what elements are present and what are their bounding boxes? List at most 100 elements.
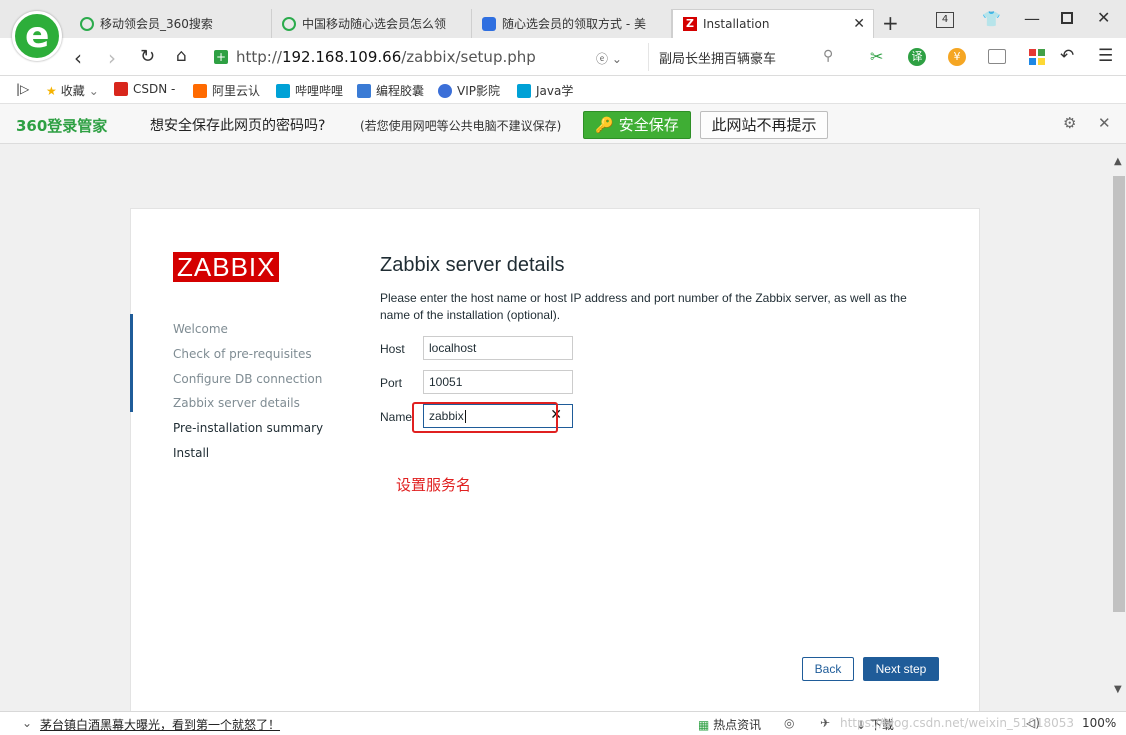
search-360-icon (282, 16, 296, 31)
page-description: Please enter the host name or host IP ad… (380, 291, 907, 322)
password-note: (若您使用网吧等公共电脑不建议保存) (360, 119, 562, 133)
url-input[interactable]: + http://192.168.109.66/zabbix/setup.php (214, 43, 639, 71)
bookmark-favorites[interactable]: ★ 收藏 ⌄ (46, 82, 99, 99)
step-pre-install-summary: Pre-installation summary (173, 421, 324, 435)
new-tab-icon[interactable]: + (882, 11, 899, 35)
zabbix-favicon-icon: Z (683, 17, 697, 31)
tab-360-search[interactable]: 移动领会员_360搜索 (70, 9, 272, 38)
setup-panel: ZABBIX Welcome Check of pre-requisites C… (130, 208, 980, 711)
status-bar: ⌄ 茅台镇白酒黑幕大曝光，看到第一个就怒了！ ▦ 热点资讯 ◎ ✈ ↓ 下载 h… (0, 711, 1126, 735)
window-count-badge[interactable]: 4 (936, 12, 954, 28)
zoom-level[interactable]: 100% (1082, 716, 1116, 730)
never-remind-button[interactable]: 此网站不再提示 (700, 111, 828, 139)
close-window-icon[interactable]: ✕ (1097, 8, 1110, 27)
bookmarks-bar: |▷ ★ 收藏 ⌄ CSDN - 阿里云认 哔哩哔哩 编程胶囊 VIP影院 Java… (0, 76, 1126, 104)
annotation-text: 设置服务名 (396, 476, 472, 494)
game-icon[interactable] (988, 49, 1006, 64)
chevron-down-icon[interactable]: ⌄ (22, 716, 32, 730)
step-welcome: Welcome (173, 322, 228, 336)
tab-title: 随心选会员的领取方式 - 美 (502, 17, 646, 31)
page-title: Zabbix server details (380, 254, 565, 276)
search-icon[interactable]: ⚲ (823, 48, 833, 64)
scroll-up-icon[interactable]: ▲ (1114, 156, 1122, 167)
gear-icon[interactable]: ⚙ (1063, 114, 1076, 132)
apps-grid-icon[interactable] (1029, 49, 1045, 65)
step-prerequisites: Check of pre-requisites (173, 347, 312, 361)
password-save-bar: 360登录管家 想安全保存此网页的密码吗? (若您使用网吧等公共电脑不建议保存)… (0, 104, 1126, 144)
tab-title: 移动领会员_360搜索 (100, 17, 213, 31)
refresh-icon[interactable]: ↻ (140, 46, 155, 67)
port-input[interactable]: 10051 (423, 370, 573, 394)
bookmark-vip[interactable]: VIP影院 (438, 82, 500, 99)
page-content: ZABBIX Welcome Check of pre-requisites C… (0, 144, 1112, 711)
news-link[interactable]: 茅台镇白酒黑幕大曝光，看到第一个就怒了！ (40, 716, 280, 733)
security-shield-icon: + (214, 50, 228, 64)
aliyun-icon (193, 83, 207, 98)
screenshot-scissors-icon[interactable]: ✂ (870, 47, 883, 66)
key-icon: 🔑 (595, 116, 619, 134)
annotation-highlight-box (412, 402, 558, 433)
step-install: Install (173, 446, 210, 460)
tab-bar: e 移动领会员_360搜索 中国移动随心选会员怎么领 随心选会员的领取方式 - … (0, 0, 1126, 61)
bookmark-label: Java学 (536, 84, 574, 98)
translate-icon[interactable]: 译 (908, 48, 926, 66)
ie-mode-icon[interactable]: ⓔ ⌄ (596, 50, 622, 67)
minimize-icon[interactable]: — (1024, 9, 1040, 28)
bookmark-label: VIP影院 (457, 84, 500, 98)
search-hint: 副局长坐拥百辆豪车 (659, 51, 777, 67)
tab-installation[interactable]: Z Installation ✕ (672, 9, 874, 38)
search-input[interactable]: 副局长坐拥百辆豪车 (648, 43, 846, 71)
scroll-thumb[interactable] (1113, 176, 1125, 612)
scroll-down-icon[interactable]: ▼ (1114, 684, 1122, 695)
accelerate-icon[interactable]: ◎ (784, 716, 794, 730)
bookmark-csdn[interactable]: CSDN - (114, 82, 175, 96)
bookmark-label: 哔哩哔哩 (295, 84, 344, 98)
bookmark-label: 阿里云认 (212, 84, 261, 98)
star-icon: ★ (46, 83, 57, 98)
next-step-button[interactable]: Next step (863, 657, 939, 681)
steps-progress-bar (130, 314, 133, 412)
site-icon (482, 16, 496, 31)
browser-logo-icon[interactable]: e (12, 11, 62, 61)
bookmark-aliyun[interactable]: 阿里云认 (193, 82, 260, 99)
maximize-icon[interactable] (1061, 12, 1073, 24)
name-label: Name (380, 410, 413, 424)
host-input[interactable]: localhost (423, 336, 573, 360)
host-label: Host (380, 342, 405, 356)
search-360-icon (80, 16, 94, 31)
address-bar: ‹ › ↻ ⌂ + http://192.168.109.66/zabbix/s… (0, 38, 1126, 76)
back-arrow-icon[interactable]: ‹ (74, 46, 82, 70)
vip-play-icon (438, 83, 452, 98)
bookmark-label: 收藏 (60, 84, 85, 98)
forward-arrow-icon[interactable]: › (108, 46, 116, 70)
home-icon[interactable]: ⌂ (176, 46, 187, 66)
login-manager-brand: 360登录管家 (16, 117, 108, 135)
sidebar-toggle-icon[interactable]: |▷ (16, 82, 29, 96)
bookmark-java[interactable]: Java学 (517, 82, 573, 99)
port-label: Port (380, 376, 403, 390)
tab-china-mobile[interactable]: 中国移动随心选会员怎么领 (272, 9, 472, 38)
close-tab-icon[interactable]: ✕ (853, 16, 865, 32)
bilibili-icon (276, 83, 290, 98)
bookmark-capsule[interactable]: 编程胶囊 (357, 82, 424, 99)
csdn-icon (114, 82, 128, 96)
tab-membership[interactable]: 随心选会员的领取方式 - 美 (472, 9, 672, 38)
undo-icon[interactable]: ↶ (1060, 46, 1074, 66)
news-icon: ▦ (698, 718, 714, 732)
menu-icon[interactable]: ☰ (1098, 46, 1113, 66)
zabbix-logo: ZABBIX (173, 252, 280, 282)
bilibili-icon (517, 83, 531, 98)
page-scrollbar[interactable]: ▲ ▼ (1112, 144, 1126, 711)
chevron-down-icon: ⌄ (88, 83, 99, 98)
volume-icon[interactable]: ◁) (1026, 716, 1040, 730)
hot-news-button[interactable]: ▦ 热点资讯 (698, 716, 761, 733)
close-icon[interactable]: ✕ (1098, 114, 1111, 132)
step-server-details: Zabbix server details (173, 396, 300, 410)
bookmark-label: CSDN - (133, 82, 176, 96)
bookmark-bilibili[interactable]: 哔哩哔哩 (276, 82, 343, 99)
skin-icon[interactable]: 👕 (982, 10, 1001, 28)
rocket-icon[interactable]: ✈ (820, 716, 830, 730)
wallet-icon[interactable]: ¥ (948, 48, 966, 66)
safe-save-button[interactable]: 🔑 安全保存 (583, 111, 691, 139)
back-button[interactable]: Back (802, 657, 854, 681)
